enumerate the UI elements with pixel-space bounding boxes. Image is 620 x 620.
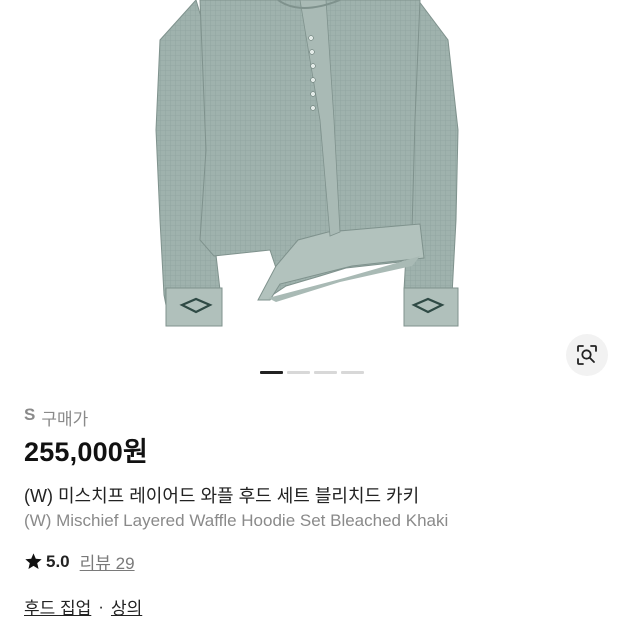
image-search-icon xyxy=(577,345,597,365)
carousel-indicator-2[interactable] xyxy=(287,371,310,374)
rating-score: 5.0 xyxy=(46,551,70,571)
hoodie-illustration xyxy=(155,0,459,327)
size-purchase-line: S 구매가 xyxy=(24,405,88,430)
category-breadcrumb: 후드 집업 · 상의 xyxy=(24,594,142,619)
product-image[interactable] xyxy=(0,0,620,390)
size-label: S xyxy=(24,405,36,424)
product-title-korean: (W) 미스치프 레이어드 와플 후드 세트 블리치드 카키 xyxy=(24,486,420,506)
star-icon xyxy=(25,553,42,569)
category-link-top[interactable]: 상의 xyxy=(111,594,142,619)
product-title-english: (W) Mischief Layered Waffle Hoodie Set B… xyxy=(24,511,449,530)
carousel-indicator-4[interactable] xyxy=(341,371,364,374)
carousel-indicator-1[interactable] xyxy=(260,371,283,374)
review-count-link[interactable]: 리뷰 29 xyxy=(80,549,135,574)
price: 255,000원 xyxy=(24,437,149,467)
image-search-button[interactable] xyxy=(566,334,608,376)
category-separator: · xyxy=(98,596,104,616)
category-link-hood-zipup[interactable]: 후드 집업 xyxy=(24,594,91,619)
purchase-price-label: 구매가 xyxy=(41,410,89,429)
carousel-indicator-3[interactable] xyxy=(314,371,337,374)
rating-row: 5.0 리뷰 29 xyxy=(24,549,135,574)
carousel-indicators xyxy=(260,371,364,374)
